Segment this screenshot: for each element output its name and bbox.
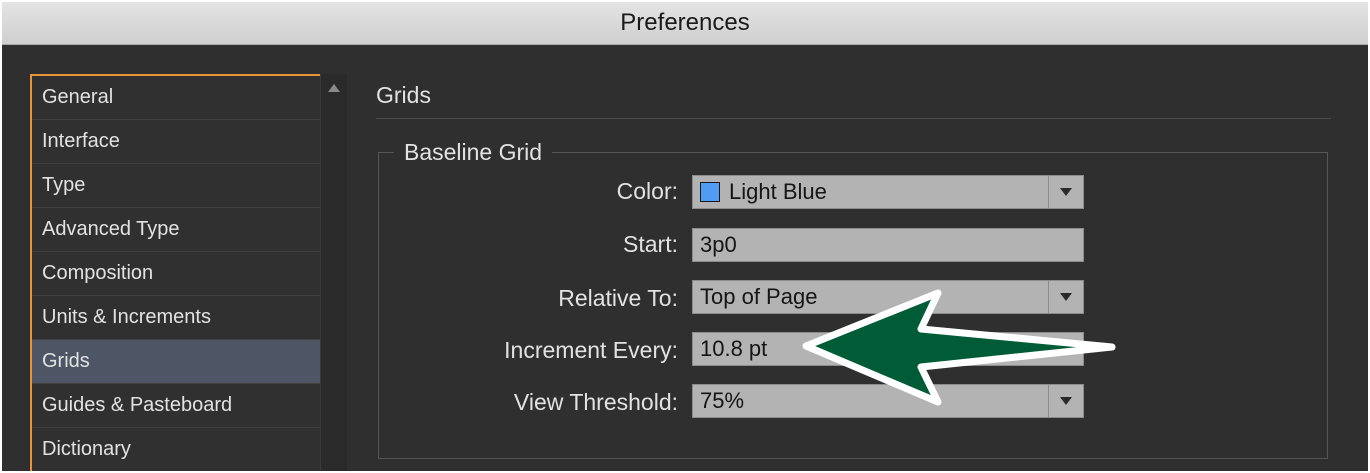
preferences-window: Preferences General Interface Type Advan… — [2, 2, 1368, 471]
green-arrow-icon — [802, 289, 1116, 406]
annotation-arrow — [802, 289, 1116, 406]
